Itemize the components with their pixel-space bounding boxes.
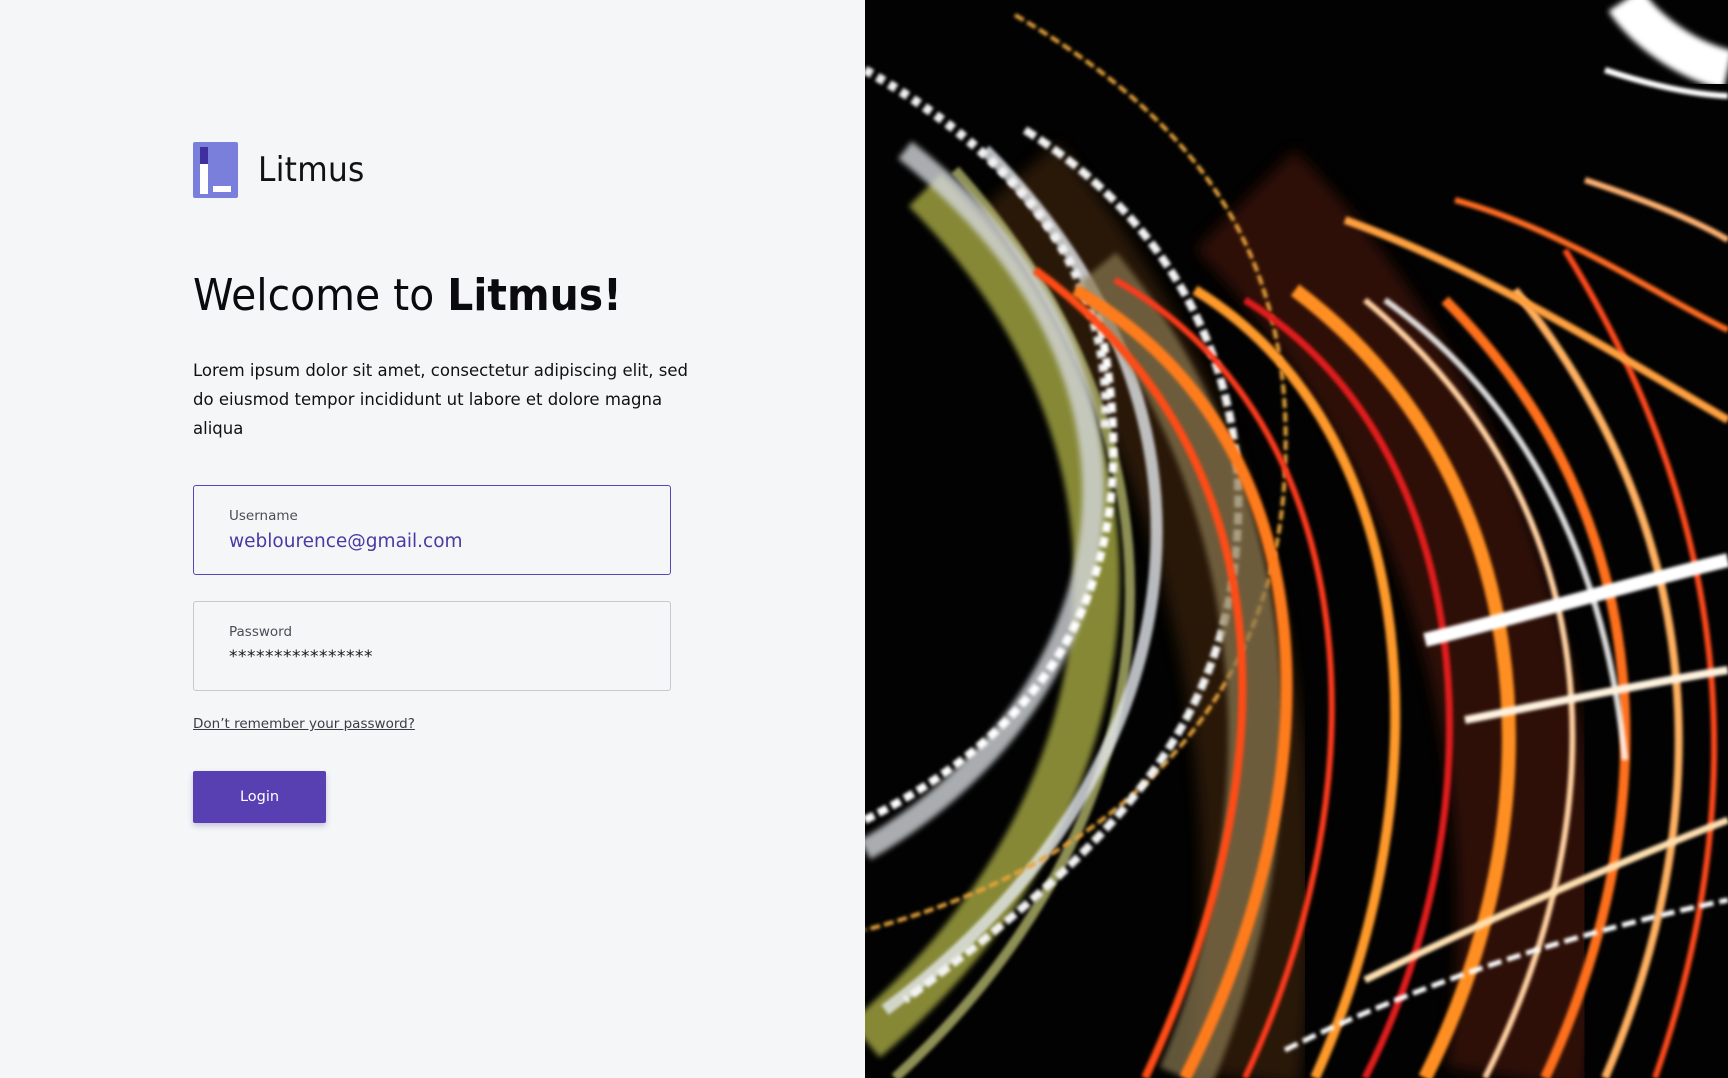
welcome-prefix: Welcome to xyxy=(193,270,448,321)
login-button[interactable]: Login xyxy=(193,771,326,823)
username-field[interactable]: Username xyxy=(193,485,671,575)
password-label: Password xyxy=(229,624,293,640)
login-panel: Litmus Welcome to Litmus! Lorem ipsum do… xyxy=(0,0,865,1078)
login-page: Litmus Welcome to Litmus! Lorem ipsum do… xyxy=(0,0,1728,1078)
litmus-logo-icon xyxy=(193,141,238,198)
welcome-heading: Welcome to Litmus! xyxy=(193,266,622,326)
intro-text: Lorem ipsum dolor sit amet, consectetur … xyxy=(193,361,688,438)
welcome-brand: Litmus! xyxy=(447,270,622,321)
password-field[interactable]: Password xyxy=(193,601,671,691)
username-label: Username xyxy=(229,508,298,524)
username-input[interactable] xyxy=(229,531,649,552)
brand-name: Litmus xyxy=(258,149,365,190)
password-input[interactable] xyxy=(229,647,649,667)
light-trails-image xyxy=(865,0,1728,1078)
forgot-password-link[interactable]: Don’t remember your password? xyxy=(193,716,415,732)
brand: Litmus xyxy=(193,141,374,198)
